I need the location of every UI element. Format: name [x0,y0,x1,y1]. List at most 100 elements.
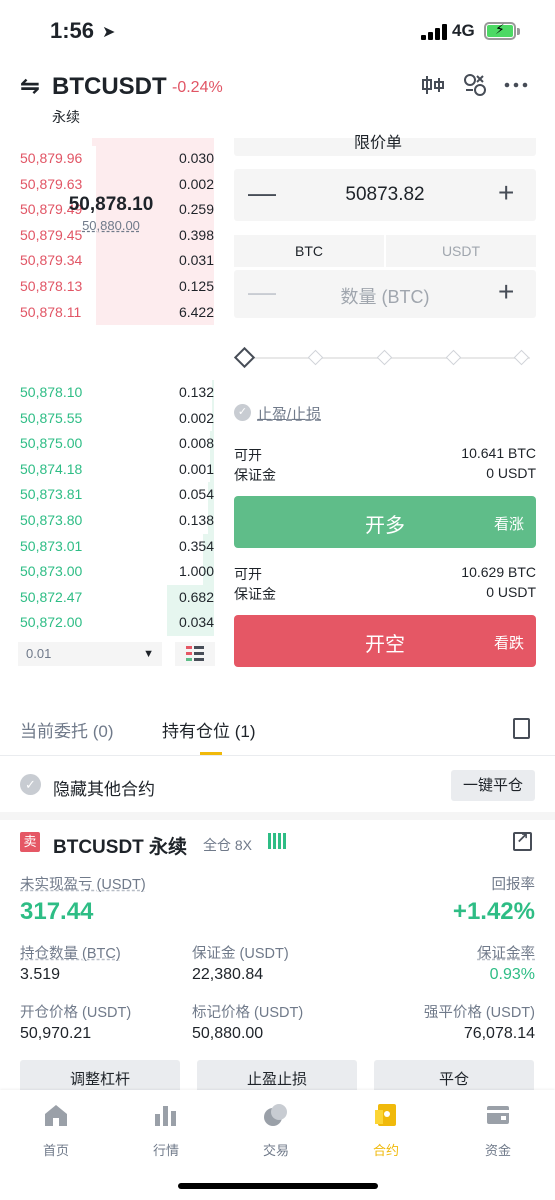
tab-positions[interactable]: 持有仓位 (1) [162,717,256,742]
position-symbol[interactable]: BTCUSDT 永续 [53,832,187,859]
bid-row[interactable]: 50,872.47 0.682 [0,584,222,611]
bid-qty: 0.002 [178,409,214,426]
margin-label: 保证金 (USDT) [192,946,289,962]
more-icon[interactable] [503,72,529,98]
bid-row[interactable]: 50,873.81 0.054 [0,482,222,508]
share-icon[interactable] [513,829,532,851]
bid-price: 50,872.00 [20,614,83,631]
candlestick-chart-icon[interactable] [420,72,446,98]
home-icon [45,1105,67,1126]
chevron-down-icon: ▼ [143,648,154,660]
bid-row[interactable]: 50,873.01 0.354 [0,533,222,560]
tpsl-label: 止盈/止损 [257,406,322,423]
ask-price: 50,878.11 [20,303,82,320]
bid-row[interactable]: 50,874.18 0.001 [0,456,222,483]
bid-price: 50,873.81 [20,486,83,503]
last-price-block[interactable]: 50,878.10 50,880.00 [0,190,222,240]
roe-value: +1.42% [452,898,535,925]
bid-price: 50,873.80 [20,511,83,528]
liq-price-value: 76,078.14 [463,1025,535,1042]
bid-qty: 0.682 [178,588,214,605]
price-input[interactable]: — 50873.82 + [234,169,536,221]
unit-tab-btc[interactable]: BTC [234,235,384,267]
hide-other-checkbox[interactable]: ✓ [20,774,41,795]
bid-qty: 0.054 [178,486,214,503]
bid-row[interactable]: 50,873.80 0.138 [0,507,222,534]
unrealized-pnl-label: 未实现盈亏 (USDT) [20,877,146,893]
position-size-value: 3.519 [20,966,61,983]
bid-price: 50,875.00 [20,435,83,452]
bid-price: 50,873.01 [20,537,83,554]
close-all-button[interactable]: 一键平仓 [451,770,535,801]
bid-qty: 0.132 [178,384,214,400]
pair-symbol[interactable]: BTCUSDT [52,73,167,101]
bids-book: 50,878.10 0.132 50,875.55 0.002 50,875.00 0.0… [0,380,222,636]
calculator-icon[interactable] [462,72,488,98]
position-margin-mode: 全仓 8X [203,837,253,853]
margin-ratio-value: 0.93% [489,966,535,983]
nav-home[interactable]: 首页 [21,1102,91,1159]
ask-qty: 0.030 [178,150,214,166]
history-document-icon[interactable] [513,718,530,739]
unit-tabs: BTC USDT [234,235,536,267]
slider-handle[interactable] [233,346,256,369]
location-icon: ➤ [102,24,116,41]
price-increase-icon[interactable]: + [498,177,514,209]
mark-price: 50,880.00 [82,218,140,233]
bid-price: 50,878.10 [20,384,83,400]
active-tab-indicator [200,752,222,755]
margin-value: 22,380.84 [192,966,264,983]
wallet-icon [487,1106,509,1124]
bid-row[interactable]: 50,873.00 1.000 [0,559,222,585]
bid-price: 50,872.47 [20,588,83,605]
ask-row[interactable]: 50,879.96 0.030 [0,146,222,172]
bid-qty: 0.008 [178,435,214,452]
hide-other-label[interactable]: 隐藏其他合约 [53,775,155,800]
open-long-button[interactable]: 开多 看涨 [234,496,536,548]
qty-increase-icon[interactable]: + [498,276,514,308]
header: ⇋ BTCUSDT -0.24% 永续 [0,64,555,138]
quantity-slider[interactable] [233,346,530,369]
nav-markets[interactable]: 行情 [131,1102,201,1159]
status-bar: 1:56 ➤ 4G ⚡ [0,0,555,64]
open-short-button[interactable]: 开空 看跌 [234,615,536,667]
position-header: 卖 BTCUSDT 永续 全仓 8X [0,829,555,858]
last-price: 50,878.10 [68,194,154,215]
ask-row[interactable]: 50,879.34 0.031 [0,248,222,274]
book-mode-icon[interactable] [175,642,215,666]
nav-wallet[interactable]: 资金 [463,1102,533,1159]
markets-icon [155,1106,176,1126]
margin-ratio-label: 保证金率 [477,946,535,962]
charging-icon: ⚡ [495,21,505,37]
bid-row[interactable]: 50,872.00 0.034 [0,610,222,636]
quantity-input[interactable]: — 数量 (BTC) + [234,270,536,318]
bid-price: 50,873.00 [20,563,83,580]
liq-price-label: 强平价格 (USDT) [423,1005,535,1021]
nav-futures[interactable]: 合约 [351,1102,421,1159]
ask-qty: 0.031 [178,252,214,269]
order-type-label: 限价单 [354,135,403,149]
ask-price: 50,878.13 [20,277,83,294]
tab-open-orders[interactable]: 当前委托 (0) [20,717,114,742]
depth-precision-select[interactable]: 0.01 ▼ [18,642,162,666]
nav-trade[interactable]: 交易 [241,1102,311,1159]
home-indicator [178,1183,378,1189]
switch-pair-icon[interactable]: ⇋ [20,72,40,101]
bid-row[interactable]: 50,875.00 0.008 [0,431,222,457]
bid-qty: 1.000 [178,563,214,580]
unit-tab-usdt[interactable]: USDT [386,235,536,267]
order-type-select[interactable]: 限价单 [234,135,536,156]
position-size-label: 持仓数量 (BTC) [20,946,121,962]
trade-icon [264,1104,287,1126]
mark-price-label: 标记价格 (USDT) [192,1005,304,1021]
bid-row[interactable]: 50,875.55 0.002 [0,405,222,432]
ask-row[interactable]: 50,878.11 6.422 [0,299,222,326]
check-icon: ✓ [234,404,251,421]
roe-label: 回报率 [491,877,536,893]
bid-row[interactable]: 50,878.10 0.132 [0,380,222,406]
ask-price: 50,879.34 [20,252,83,269]
ask-qty: 0.125 [178,277,214,294]
bid-price: 50,874.18 [20,460,83,477]
contract-type: 永续 [52,109,80,125]
ask-row[interactable]: 50,878.13 0.125 [0,273,222,300]
